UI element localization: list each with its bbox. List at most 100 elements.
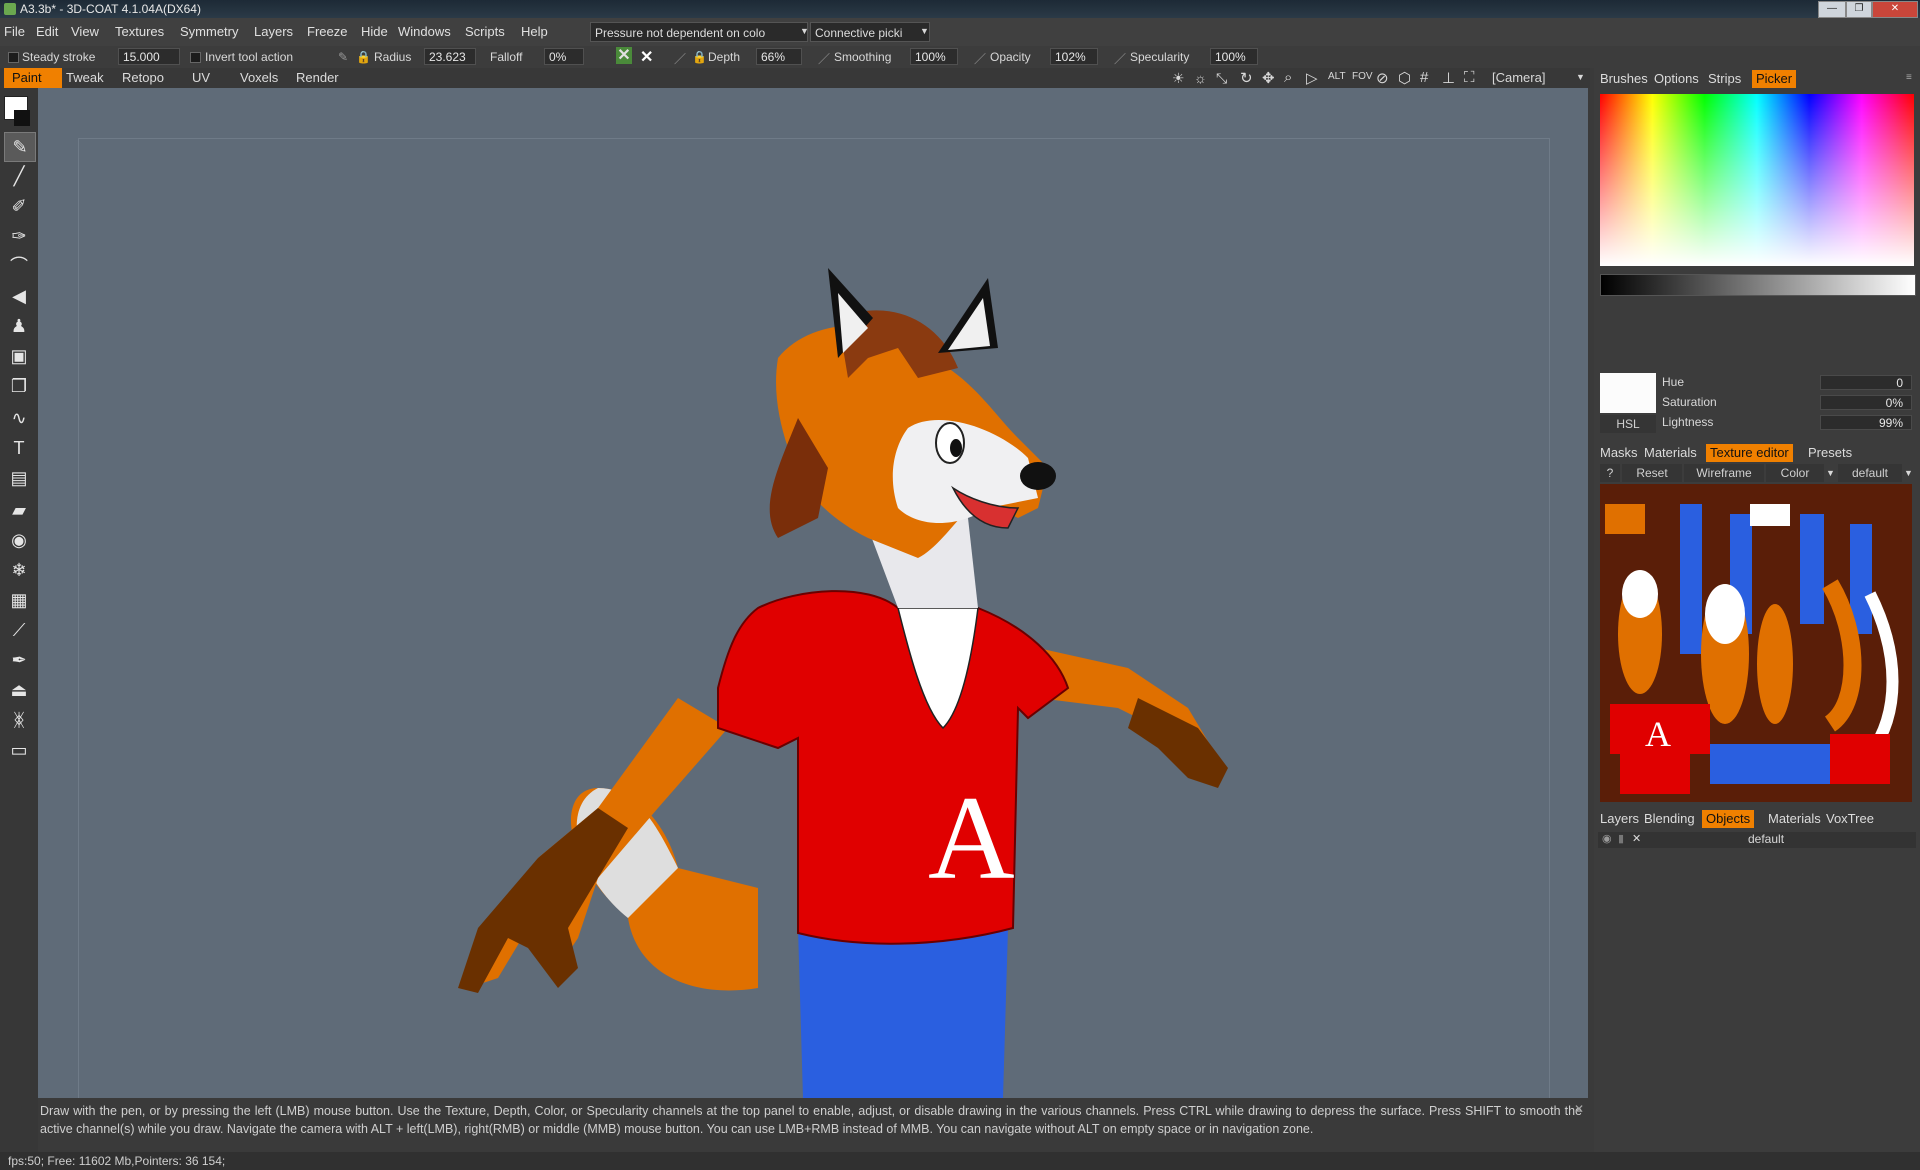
3d-viewport[interactable]: A <box>38 88 1588 1098</box>
text-icon[interactable]: T <box>4 434 34 462</box>
fill-icon[interactable]: ✑ <box>4 222 34 250</box>
menu-help[interactable]: Help <box>521 24 548 39</box>
light-icon[interactable]: ☀ <box>1172 70 1185 87</box>
panel-menu-icon[interactable]: ≡ <box>1906 72 1912 83</box>
delete-object-icon[interactable]: ✕ <box>1632 832 1641 845</box>
menu-hide[interactable]: Hide <box>361 24 388 39</box>
airbrush-icon[interactable]: ✐ <box>4 192 34 220</box>
room-tab-tweak[interactable]: Tweak <box>58 68 112 88</box>
tab-voxtree[interactable]: VoxTree <box>1822 810 1878 828</box>
hsl-mode-button[interactable]: HSL <box>1600 415 1656 433</box>
room-tab-render[interactable]: Render <box>288 68 347 88</box>
smudge-icon[interactable]: ⌒ <box>4 252 34 280</box>
close-hint-icon[interactable]: ✕ <box>1574 1102 1584 1116</box>
lock-icon[interactable]: ▮ <box>1618 832 1624 845</box>
lock-icon[interactable]: 🔒 <box>692 50 707 64</box>
tab-blending[interactable]: Blending <box>1640 810 1699 828</box>
enable-channels-icon[interactable]: ✕ <box>616 47 632 64</box>
depth-label[interactable]: Depth <box>708 50 740 64</box>
fov-icon[interactable]: FOV <box>1352 71 1373 82</box>
zoom-icon[interactable]: ⌕ <box>1284 69 1292 86</box>
spline-icon[interactable]: ∿ <box>4 404 34 432</box>
copy-icon[interactable]: ❐ <box>4 372 34 400</box>
iron-icon[interactable]: ⏏ <box>4 676 34 704</box>
menu-edit[interactable]: Edit <box>36 24 58 39</box>
color-field[interactable] <box>1600 94 1914 266</box>
alt-icon[interactable]: ALT <box>1328 71 1346 82</box>
menu-textures[interactable]: Textures <box>115 24 164 39</box>
axis-icon[interactable]: ⊥ <box>1442 69 1455 87</box>
help-button[interactable]: ? <box>1600 464 1620 482</box>
eyedropper-icon[interactable]: ⟋ <box>4 616 34 644</box>
pan-icon[interactable]: ✥ <box>1262 69 1275 87</box>
radius-field[interactable]: 23.623 <box>424 48 476 65</box>
room-tab-paint[interactable]: Paint <box>4 68 62 88</box>
saturation-field[interactable]: 0% <box>1820 395 1912 410</box>
lightness-label[interactable]: Lightness <box>1662 415 1713 429</box>
disable-channels-icon[interactable]: ✕ <box>640 47 653 67</box>
saturation-label[interactable]: Saturation <box>1662 395 1717 409</box>
close-button[interactable]: ✕ <box>1872 1 1918 18</box>
butterfly-icon[interactable]: ᛤ <box>4 706 34 734</box>
smoothing-field[interactable]: 100% <box>910 48 958 65</box>
opacity-field[interactable]: 102% <box>1050 48 1098 65</box>
hue-label[interactable]: Hue <box>1662 375 1684 389</box>
lightness-bar[interactable] <box>1600 274 1916 296</box>
clone-icon[interactable]: ◀ <box>4 282 34 310</box>
menu-view[interactable]: View <box>71 24 99 39</box>
lightness-field[interactable]: 99% <box>1820 415 1912 430</box>
tab-presets[interactable]: Presets <box>1804 444 1856 462</box>
frame-icon[interactable]: ▣ <box>4 342 34 370</box>
steady-stroke-field[interactable]: 15.000 <box>118 48 180 65</box>
room-tab-retopo[interactable]: Retopo <box>114 68 172 88</box>
reset-button[interactable]: Reset <box>1622 464 1682 482</box>
maximize-button[interactable]: ❐ <box>1846 1 1872 18</box>
lock-icon[interactable]: 🔒 <box>356 50 371 64</box>
pressure-dropdown[interactable]: Pressure not dependent on colo <box>590 22 808 42</box>
play-icon[interactable]: ▷ <box>1306 69 1318 87</box>
measure-icon[interactable]: ▭ <box>4 736 34 764</box>
bulb-icon[interactable]: ☼ <box>1194 70 1207 86</box>
texture-preview[interactable]: A <box>1600 484 1912 802</box>
menu-scripts[interactable]: Scripts <box>465 24 505 39</box>
character-model[interactable]: A <box>38 88 1588 1098</box>
steady-stroke-checkbox[interactable] <box>8 52 19 63</box>
room-tab-voxels[interactable]: Voxels <box>232 68 286 88</box>
pen-icon[interactable]: ✒ <box>4 646 34 674</box>
menu-file[interactable]: File <box>4 24 25 39</box>
falloff-label[interactable]: Falloff <box>490 50 522 64</box>
hue-field[interactable]: 0 <box>1820 375 1912 390</box>
stamp-icon[interactable]: ♟ <box>4 312 34 340</box>
snowflake-icon[interactable]: ❄ <box>4 556 34 584</box>
cube-icon[interactable]: ⬡ <box>1398 69 1411 87</box>
object-dropdown[interactable]: default <box>1838 464 1902 482</box>
rotate-icon[interactable]: ↻ <box>1240 69 1253 87</box>
paint-brush-icon[interactable]: ✎ <box>4 132 36 162</box>
tab-materials-bottom[interactable]: Materials <box>1764 810 1825 828</box>
resize-icon[interactable]: ⤡ <box>1216 70 1227 87</box>
tab-strips[interactable]: Strips <box>1704 70 1745 88</box>
tab-objects[interactable]: Objects <box>1702 810 1755 828</box>
tab-materials[interactable]: Materials <box>1640 444 1701 462</box>
eraser-icon[interactable]: ▰ <box>4 496 34 524</box>
tab-picker[interactable]: Picker <box>1752 70 1797 88</box>
radius-label[interactable]: Radius <box>374 50 411 64</box>
line-icon[interactable]: ╱ <box>4 162 34 190</box>
ruler-icon[interactable]: ▦ <box>4 586 34 614</box>
eye-icon[interactable]: ◉ <box>4 526 34 554</box>
tab-options[interactable]: Options <box>1650 70 1703 88</box>
specularity-label[interactable]: Specularity <box>1130 50 1189 64</box>
tab-layers[interactable]: Layers <box>1596 810 1643 828</box>
visibility-eye-icon[interactable]: ◉ <box>1602 832 1612 845</box>
tab-texture-editor[interactable]: Texture editor <box>1706 444 1793 462</box>
tab-masks[interactable]: Masks <box>1596 444 1642 462</box>
frame-icon[interactable]: ⛶ <box>1464 69 1475 86</box>
opacity-label[interactable]: Opacity <box>990 50 1031 64</box>
menu-layers[interactable]: Layers <box>254 24 293 39</box>
minimize-button[interactable]: — <box>1818 1 1846 18</box>
grid-icon[interactable]: # <box>1420 69 1428 86</box>
wireframe-button[interactable]: Wireframe <box>1684 464 1764 482</box>
tab-brushes[interactable]: Brushes <box>1596 70 1652 88</box>
menu-symmetry[interactable]: Symmetry <box>180 24 239 39</box>
picking-dropdown[interactable]: Connective picki <box>810 22 930 42</box>
